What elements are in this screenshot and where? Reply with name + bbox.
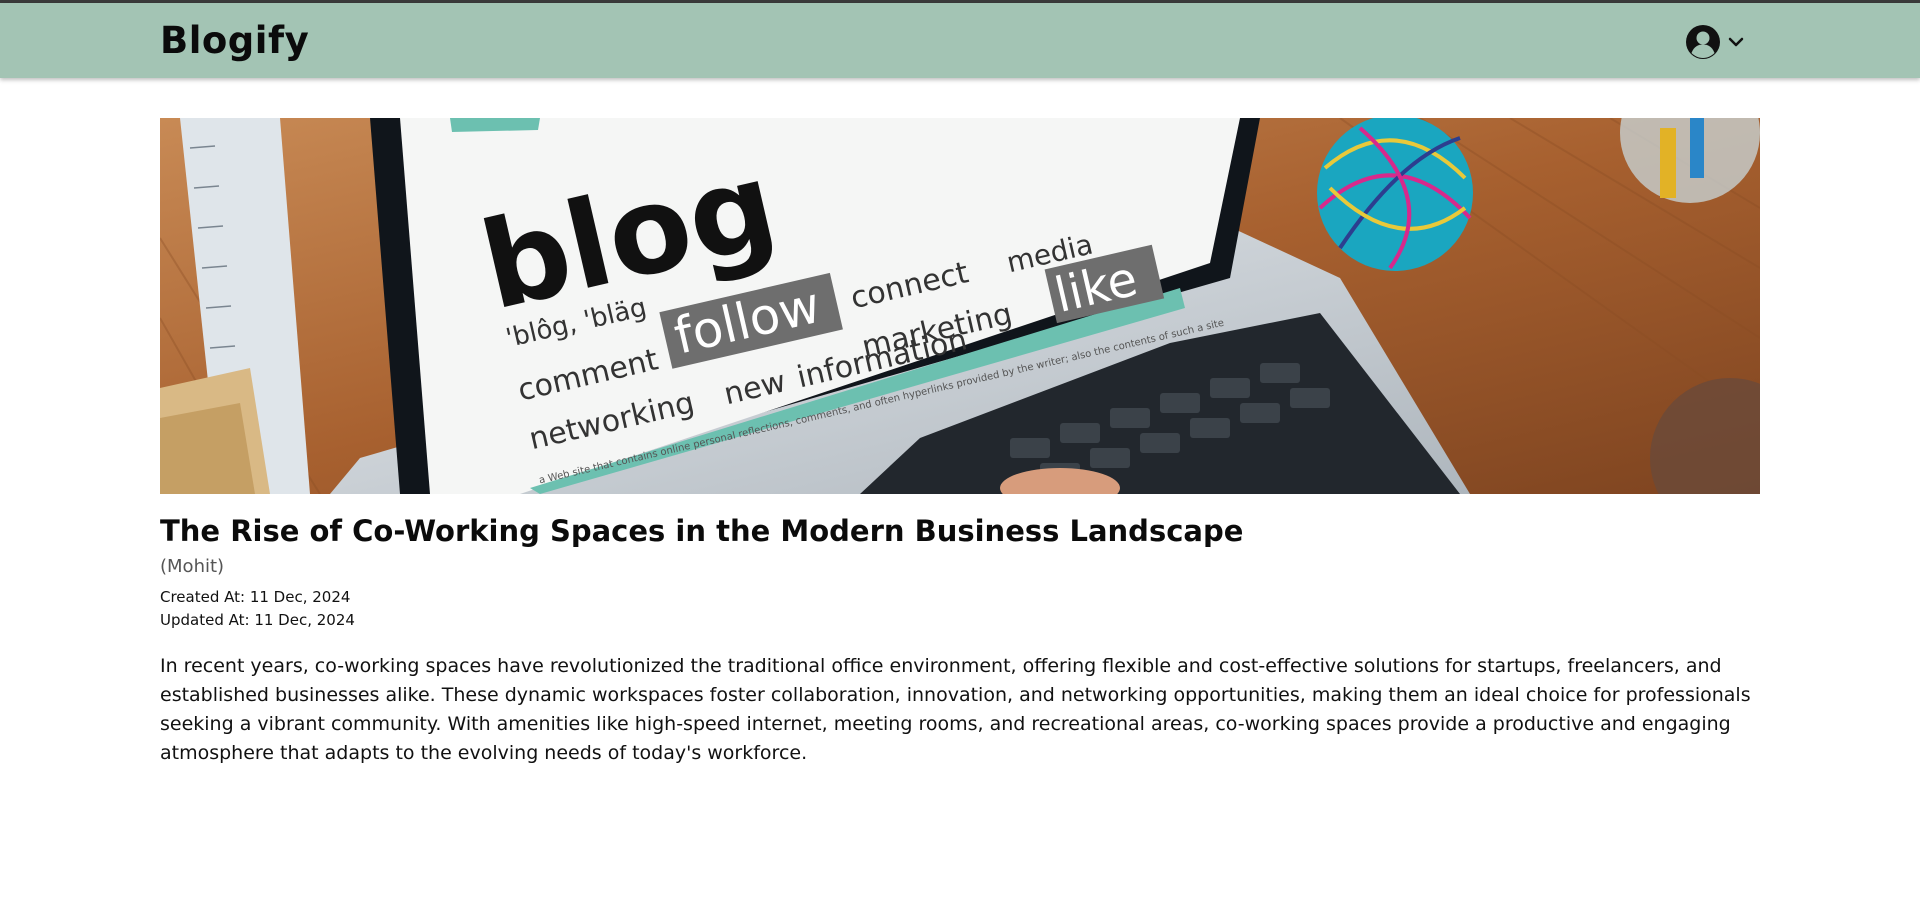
post-updated-at: Updated At: 11 Dec, 2024 (160, 611, 355, 629)
user-menu-button[interactable] (1685, 23, 1751, 61)
post-created-at: Created At: 11 Dec, 2024 (160, 588, 351, 606)
post-author: (Mohit) (160, 556, 225, 577)
user-circle-icon (1685, 24, 1721, 60)
post-body: In recent years, co-working spaces have … (160, 655, 1751, 764)
navbar: Blogify (0, 3, 1920, 78)
post-cover-image: blog 'blôg, 'bläg comment follow connect… (160, 118, 1760, 494)
chevron-down-icon (1727, 36, 1745, 48)
brand-logo[interactable]: Blogify (160, 20, 309, 62)
post-title: The Rise of Co-Working Spaces in the Mod… (160, 514, 1244, 548)
